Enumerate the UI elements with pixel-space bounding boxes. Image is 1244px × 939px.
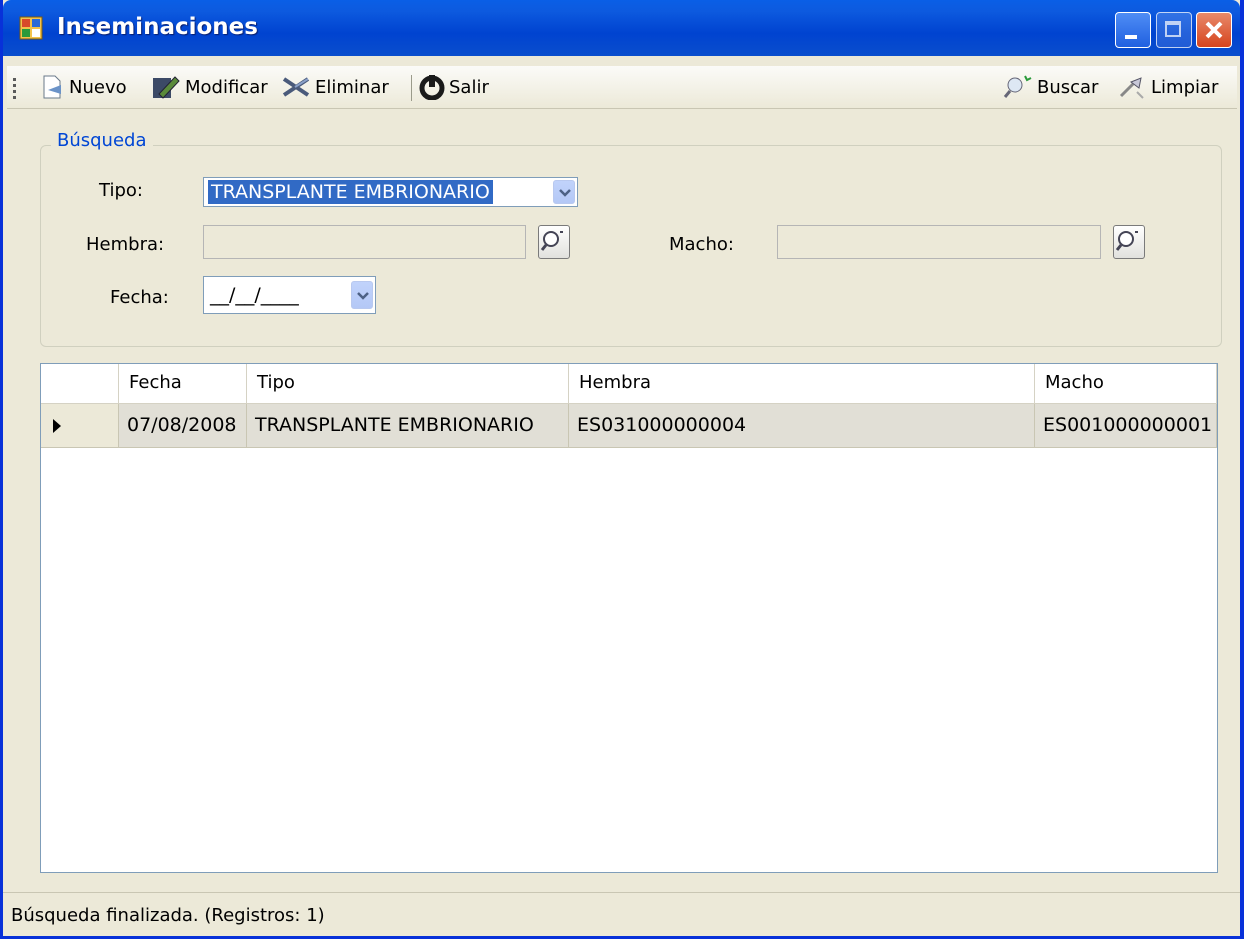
macho-field[interactable]	[777, 225, 1101, 259]
hembra-label: Hembra:	[86, 234, 165, 255]
modificar-label: Modificar	[185, 76, 268, 98]
eliminar-label: Eliminar	[315, 76, 389, 98]
toolbar: Nuevo Modificar Eliminar Salir Buscar Li…	[7, 66, 1237, 109]
limpiar-label: Limpiar	[1151, 76, 1219, 98]
fecha-value: __/__/____	[210, 284, 299, 306]
fecha-dropdown-button[interactable]	[351, 281, 373, 309]
tipo-selected-value: TRANSPLANTE EMBRIONARIO	[208, 180, 493, 204]
row-selector[interactable]	[41, 404, 119, 448]
tipo-combo[interactable]: TRANSPLANTE EMBRIONARIO	[203, 177, 578, 207]
current-row-arrow-icon	[53, 419, 61, 433]
eliminar-button[interactable]: Eliminar	[281, 72, 389, 102]
column-header-macho[interactable]: Macho	[1035, 364, 1217, 404]
cell-macho[interactable]: ES001000000001	[1035, 404, 1217, 448]
salir-button[interactable]: Salir	[419, 72, 489, 102]
buscar-label: Buscar	[1037, 76, 1099, 98]
column-header-hembra[interactable]: Hembra	[569, 364, 1035, 404]
main-window: Inseminaciones Nuevo Modificar Eliminar …	[0, 0, 1244, 939]
window-title: Inseminaciones	[57, 14, 258, 40]
title-bar[interactable]: Inseminaciones	[3, 0, 1240, 56]
column-header-fecha[interactable]: Fecha	[119, 364, 247, 404]
tipo-dropdown-button[interactable]	[553, 180, 575, 204]
toolbar-grip[interactable]	[13, 78, 16, 100]
status-text: Búsqueda finalizada. (Registros: 1)	[11, 905, 325, 926]
cell-hembra[interactable]: ES031000000004	[569, 404, 1035, 448]
search-icon	[1003, 75, 1032, 98]
macho-label: Macho:	[669, 234, 734, 255]
nuevo-button[interactable]: Nuevo	[39, 72, 127, 102]
table-row[interactable]: 07/08/2008 TRANSPLANTE EMBRIONARIO ES031…	[41, 404, 1217, 448]
minimize-button[interactable]	[1115, 12, 1151, 48]
header-row-selector	[41, 364, 119, 404]
grid-header: Fecha Tipo Hembra Macho	[41, 364, 1217, 404]
chevron-down-icon	[357, 292, 369, 300]
app-icon	[19, 16, 43, 40]
edit-icon	[153, 76, 180, 99]
macho-search-button[interactable]	[1113, 225, 1145, 259]
close-icon	[1205, 21, 1223, 39]
column-header-tipo[interactable]: Tipo	[247, 364, 569, 404]
lookup-icon	[1115, 231, 1138, 251]
buscar-button[interactable]: Buscar	[1003, 72, 1098, 102]
power-icon	[419, 75, 445, 100]
search-group-legend: Búsqueda	[51, 130, 153, 151]
nuevo-label: Nuevo	[69, 76, 127, 98]
hembra-search-button[interactable]	[538, 225, 570, 259]
fecha-label: Fecha:	[110, 287, 169, 308]
cell-fecha[interactable]: 07/08/2008	[119, 404, 247, 448]
new-document-icon	[43, 75, 61, 99]
cell-tipo[interactable]: TRANSPLANTE EMBRIONARIO	[247, 404, 569, 448]
close-button[interactable]	[1196, 12, 1232, 48]
clear-brush-icon	[1119, 77, 1144, 99]
delete-icon	[282, 77, 310, 97]
results-grid: Fecha Tipo Hembra Macho 07/08/2008 TRANS…	[40, 363, 1218, 873]
salir-label: Salir	[449, 76, 489, 98]
fecha-date-picker[interactable]: __/__/____	[203, 276, 376, 314]
tipo-label: Tipo:	[99, 180, 143, 201]
toolbar-separator	[411, 75, 412, 101]
status-bar: Búsqueda finalizada. (Registros: 1)	[3, 892, 1240, 936]
lookup-icon	[540, 231, 563, 251]
hembra-field[interactable]	[203, 225, 526, 259]
chevron-down-icon	[559, 189, 571, 197]
limpiar-button[interactable]: Limpiar	[1117, 72, 1218, 102]
modificar-button[interactable]: Modificar	[151, 72, 268, 102]
maximize-button[interactable]	[1156, 12, 1192, 48]
